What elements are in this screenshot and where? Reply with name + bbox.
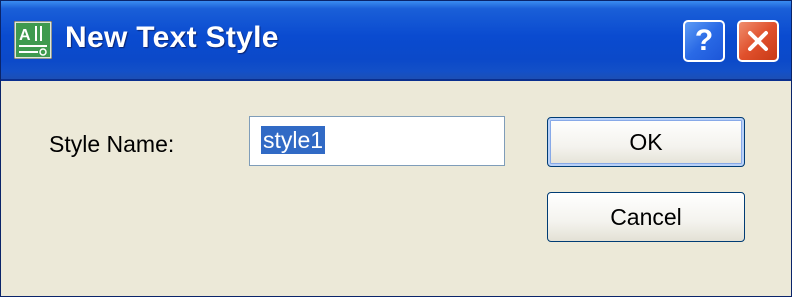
style-name-value[interactable]: style1 (261, 126, 326, 154)
help-button[interactable]: ? (683, 20, 725, 62)
svg-text:A: A (19, 27, 31, 44)
help-icon: ? (694, 24, 714, 57)
style-name-label: Style Name: (49, 131, 175, 157)
close-button[interactable] (737, 20, 779, 62)
ok-button[interactable]: OK (547, 117, 745, 167)
window-title: New Text Style (65, 21, 279, 54)
cancel-button[interactable]: Cancel (547, 192, 745, 242)
text-style-icon: A (14, 21, 52, 59)
style-name-input[interactable]: style1 (249, 116, 505, 166)
title-bar[interactable]: A New Text Style ? (1, 1, 791, 81)
new-text-style-dialog: A New Text Style ? Style Name: style1 OK… (0, 0, 792, 297)
close-icon (748, 31, 768, 51)
